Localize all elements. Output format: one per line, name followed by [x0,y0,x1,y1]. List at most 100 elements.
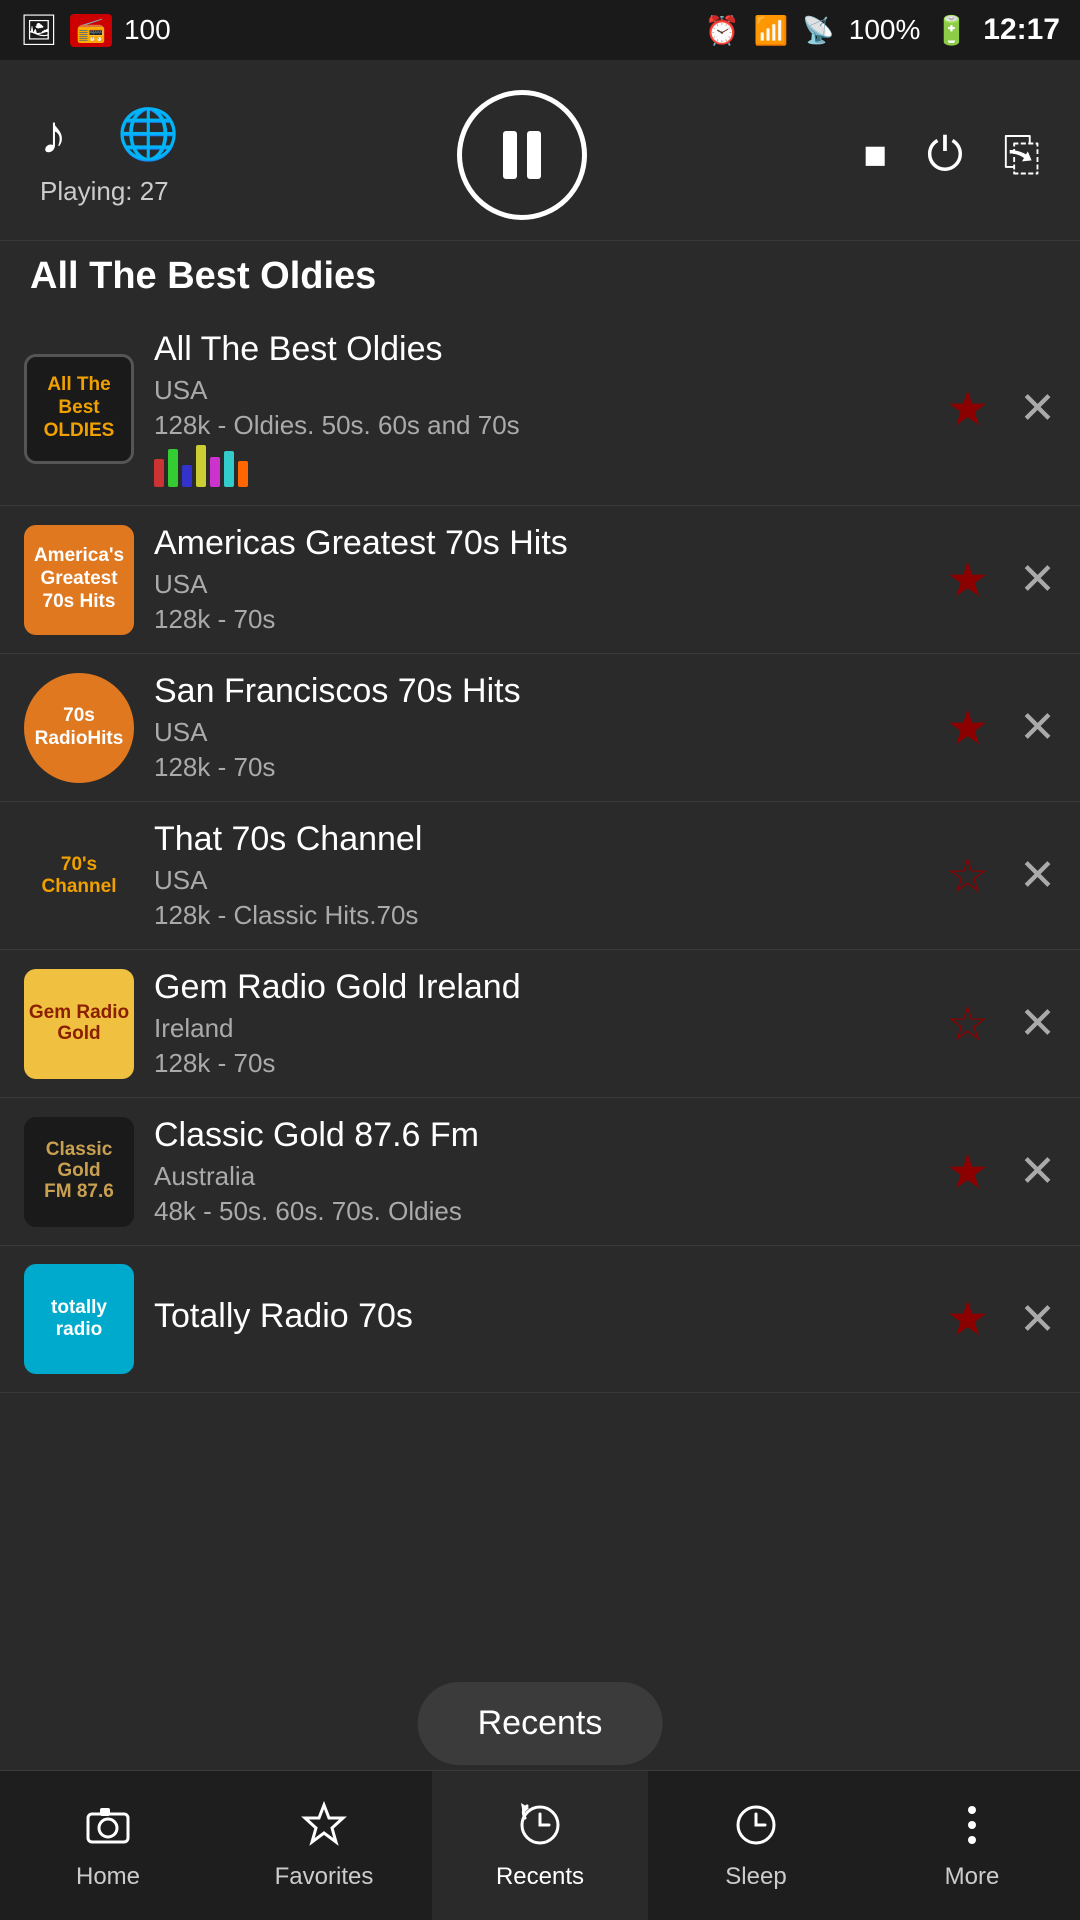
station-logo: 70's Channel [24,821,134,931]
alarm-icon: ⏰ [705,14,740,47]
station-bitrate: 128k - 70s [154,1048,926,1079]
status-bar: 🖼 📻 100 ⏰ 📶 📡 100% 🔋 12:17 [0,0,1080,60]
nav-item-sleep[interactable]: Sleep [648,1771,864,1920]
station-name: That 70s Channel [154,820,926,859]
remove-button[interactable]: ✕ [1019,1146,1056,1197]
logo-text: America's Greatest 70s Hits [34,545,124,613]
station-bitrate: 128k - Oldies. 50s. 60s and 70s [154,410,926,441]
station-name: San Franciscos 70s Hits [154,672,926,711]
globe-icon[interactable]: 🌐 [117,105,179,164]
power-button[interactable]: ⏻ [927,127,963,183]
home-icon [83,1800,133,1850]
remove-button[interactable]: ✕ [1019,850,1056,901]
station-item[interactable]: America's Greatest 70s Hits Americas Gre… [0,506,1080,654]
remove-button[interactable]: ✕ [1019,998,1056,1049]
logo-text: All The Best OLDIES [27,374,131,442]
battery-percent: 100% [849,14,921,46]
favorite-button[interactable]: ★ [946,552,989,608]
nav-icon-home [83,1800,133,1855]
station-item[interactable]: All The Best OLDIES All The Best Oldies … [0,312,1080,506]
remove-button[interactable]: ✕ [1019,554,1056,605]
logo-text: Classic Gold FM 87.6 [44,1140,114,1203]
station-item[interactable]: 70s RadioHits San Franciscos 70s Hits US… [0,654,1080,802]
station-actions: ☆ ✕ [946,848,1056,904]
favorite-button[interactable]: ☆ [946,848,989,904]
player-controls-row: ♪ 🌐 Playing: 27 ⏹ ⏻ ⎘ [40,90,1040,220]
station-info: San Franciscos 70s Hits USA 128k - 70s [154,672,926,783]
nav-icon-star [299,1800,349,1855]
nav-item-recents[interactable]: Recents [432,1771,648,1920]
eq-bar [154,459,164,487]
playing-label: Playing: 27 [40,176,179,207]
pause-bar-left [503,131,517,179]
clock: 12:17 [983,13,1060,47]
section-title-text: All The Best Oldies [30,255,376,297]
nav-label-recents: Recents [496,1863,584,1891]
station-bitrate: 48k - 50s. 60s. 70s. Oldies [154,1196,926,1227]
nav-label-home: Home [76,1863,140,1891]
nav-item-more[interactable]: More [864,1771,1080,1920]
pause-icon [503,131,541,179]
station-name: Classic Gold 87.6 Fm [154,1116,926,1155]
station-actions: ★ ✕ [946,381,1056,437]
station-bitrate: 128k - Classic Hits.70s [154,900,926,931]
section-title: All The Best Oldies [0,240,1080,312]
station-info: All The Best Oldies USA 128k - Oldies. 5… [154,330,926,487]
battery-icon: 🔋 [934,14,969,47]
station-info: Americas Greatest 70s Hits USA 128k - 70… [154,524,926,635]
eq-bar [168,449,178,487]
remove-button[interactable]: ✕ [1019,702,1056,753]
station-actions: ★ ✕ [946,1291,1056,1347]
station-logo: All The Best OLDIES [24,354,134,464]
station-logo: totally radio [24,1264,134,1374]
nav-item-favorites[interactable]: Favorites [216,1771,432,1920]
recents-icon [515,1800,565,1850]
nav-item-home[interactable]: Home [0,1771,216,1920]
station-actions: ★ ✕ [946,700,1056,756]
music-note-icon[interactable]: ♪ [40,104,67,166]
player-right-icons: ⏹ ⏻ ⎘ [864,127,1040,183]
station-info: That 70s Channel USA 128k - Classic Hits… [154,820,926,931]
share-button[interactable]: ⎘ [1003,127,1040,183]
station-item[interactable]: Classic Gold FM 87.6 Classic Gold 87.6 F… [0,1098,1080,1246]
nav-icon-more [947,1800,997,1855]
station-logo: America's Greatest 70s Hits [24,525,134,635]
station-info: Gem Radio Gold Ireland Ireland 128k - 70… [154,968,926,1079]
signal-icon: 📡 [802,15,834,46]
player-header: ♪ 🌐 Playing: 27 ⏹ ⏻ ⎘ [0,60,1080,240]
remove-button[interactable]: ✕ [1019,1294,1056,1345]
favorite-button[interactable]: ☆ [946,996,989,1052]
station-country: USA [154,865,926,896]
favorite-button[interactable]: ★ [946,1291,989,1347]
favorite-button[interactable]: ★ [946,700,989,756]
station-logo: Classic Gold FM 87.6 [24,1117,134,1227]
nav-icon-recents [515,1800,565,1855]
station-country: USA [154,375,926,406]
station-item[interactable]: totally radio Totally Radio 70s ★ ✕ [0,1246,1080,1393]
sleep-icon [731,1800,781,1850]
main-content: ♪ 🌐 Playing: 27 ⏹ ⏻ ⎘ All The Best Old [0,60,1080,1770]
logo-text: 70's Channel [42,854,117,898]
station-actions: ★ ✕ [946,552,1056,608]
favorite-button[interactable]: ★ [946,381,989,437]
pause-button[interactable] [457,90,587,220]
station-item[interactable]: 70's Channel That 70s Channel USA 128k -… [0,802,1080,950]
stop-button[interactable]: ⏹ [864,127,887,183]
bottom-nav: Home Favorites Recents Sleep [0,1770,1080,1920]
station-item[interactable]: Gem Radio Gold Gem Radio Gold Ireland Ir… [0,950,1080,1098]
station-country: Ireland [154,1013,926,1044]
remove-button[interactable]: ✕ [1019,383,1056,434]
station-actions: ☆ ✕ [946,996,1056,1052]
station-country: Australia [154,1161,926,1192]
favorite-button[interactable]: ★ [946,1144,989,1200]
station-info: Classic Gold 87.6 Fm Australia 48k - 50s… [154,1116,926,1227]
eq-bar [210,457,220,487]
eq-bar [182,465,192,487]
nav-icon-sleep [731,1800,781,1855]
station-bitrate: 128k - 70s [154,604,926,635]
station-name: All The Best Oldies [154,330,926,369]
recents-tooltip-text: Recents [478,1704,603,1742]
eq-bar [196,445,206,487]
photo-icon: 🖼 [20,13,58,48]
station-info: Totally Radio 70s [154,1297,926,1342]
